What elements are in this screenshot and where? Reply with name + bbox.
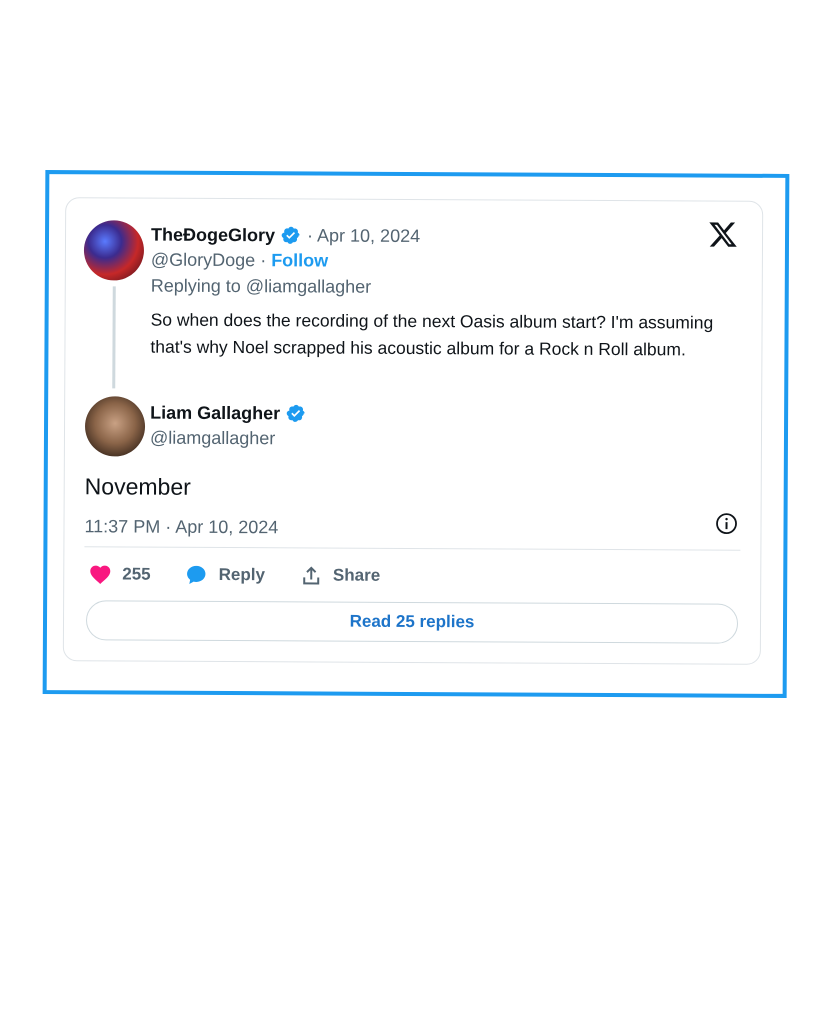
reply-timestamp[interactable]: 11:37 PM · Apr 10, 2024	[84, 514, 278, 539]
avatar-thedogeglory[interactable]	[83, 220, 145, 281]
parent-tweet-text: So when does the recording of the next O…	[150, 309, 714, 360]
parent-author-handle[interactable]: @GloryDoge	[151, 250, 255, 271]
share-button[interactable]: Share	[299, 563, 380, 587]
highlight-frame: TheĐogeGlory · Apr 10, 2024 @GloryDoge ·…	[42, 170, 790, 698]
share-label: Share	[332, 565, 381, 585]
parent-tweet-date[interactable]: · Apr 10, 2024	[307, 223, 420, 248]
parent-author-name[interactable]: TheĐogeGlory	[151, 223, 275, 248]
reply-author-name[interactable]: Liam Gallagher	[150, 401, 280, 426]
thread-connector-line	[112, 286, 116, 389]
like-button[interactable]: 255	[88, 562, 151, 586]
read-replies-button[interactable]: Read 25 replies	[85, 600, 739, 644]
reply-label: Reply	[218, 564, 265, 585]
avatar-liamgallagher[interactable]	[84, 396, 146, 457]
follow-button[interactable]: Follow	[271, 250, 328, 270]
parent-tweet: TheĐogeGlory · Apr 10, 2024 @GloryDoge ·…	[150, 223, 741, 364]
like-count: 255	[122, 564, 151, 584]
verified-badge-icon	[281, 226, 300, 244]
heart-icon	[90, 565, 111, 584]
embedded-tweet-card: TheĐogeGlory · Apr 10, 2024 @GloryDoge ·…	[62, 197, 764, 665]
parent-author-row: TheĐogeGlory · Apr 10, 2024	[151, 223, 741, 250]
reply-tweet-text: November	[84, 473, 191, 500]
handle-separator: ·	[255, 250, 272, 271]
parent-handle-row: @GloryDoge · Follow	[151, 247, 741, 276]
verified-badge-icon	[286, 404, 305, 422]
reply-button[interactable]: Reply	[185, 563, 265, 587]
divider	[84, 546, 741, 551]
reply-author-row: Liam Gallagher	[150, 401, 306, 426]
replying-to-label[interactable]: Replying to @liamgallagher	[151, 273, 741, 302]
action-bar: 255 Reply Share	[88, 562, 414, 588]
reply-bubble-icon	[187, 565, 206, 585]
share-icon	[302, 566, 319, 585]
reply-author: Liam Gallagher @liamgallagher	[150, 401, 306, 452]
reply-author-handle[interactable]: @liamgallagher	[150, 425, 306, 452]
info-icon[interactable]	[714, 512, 738, 536]
